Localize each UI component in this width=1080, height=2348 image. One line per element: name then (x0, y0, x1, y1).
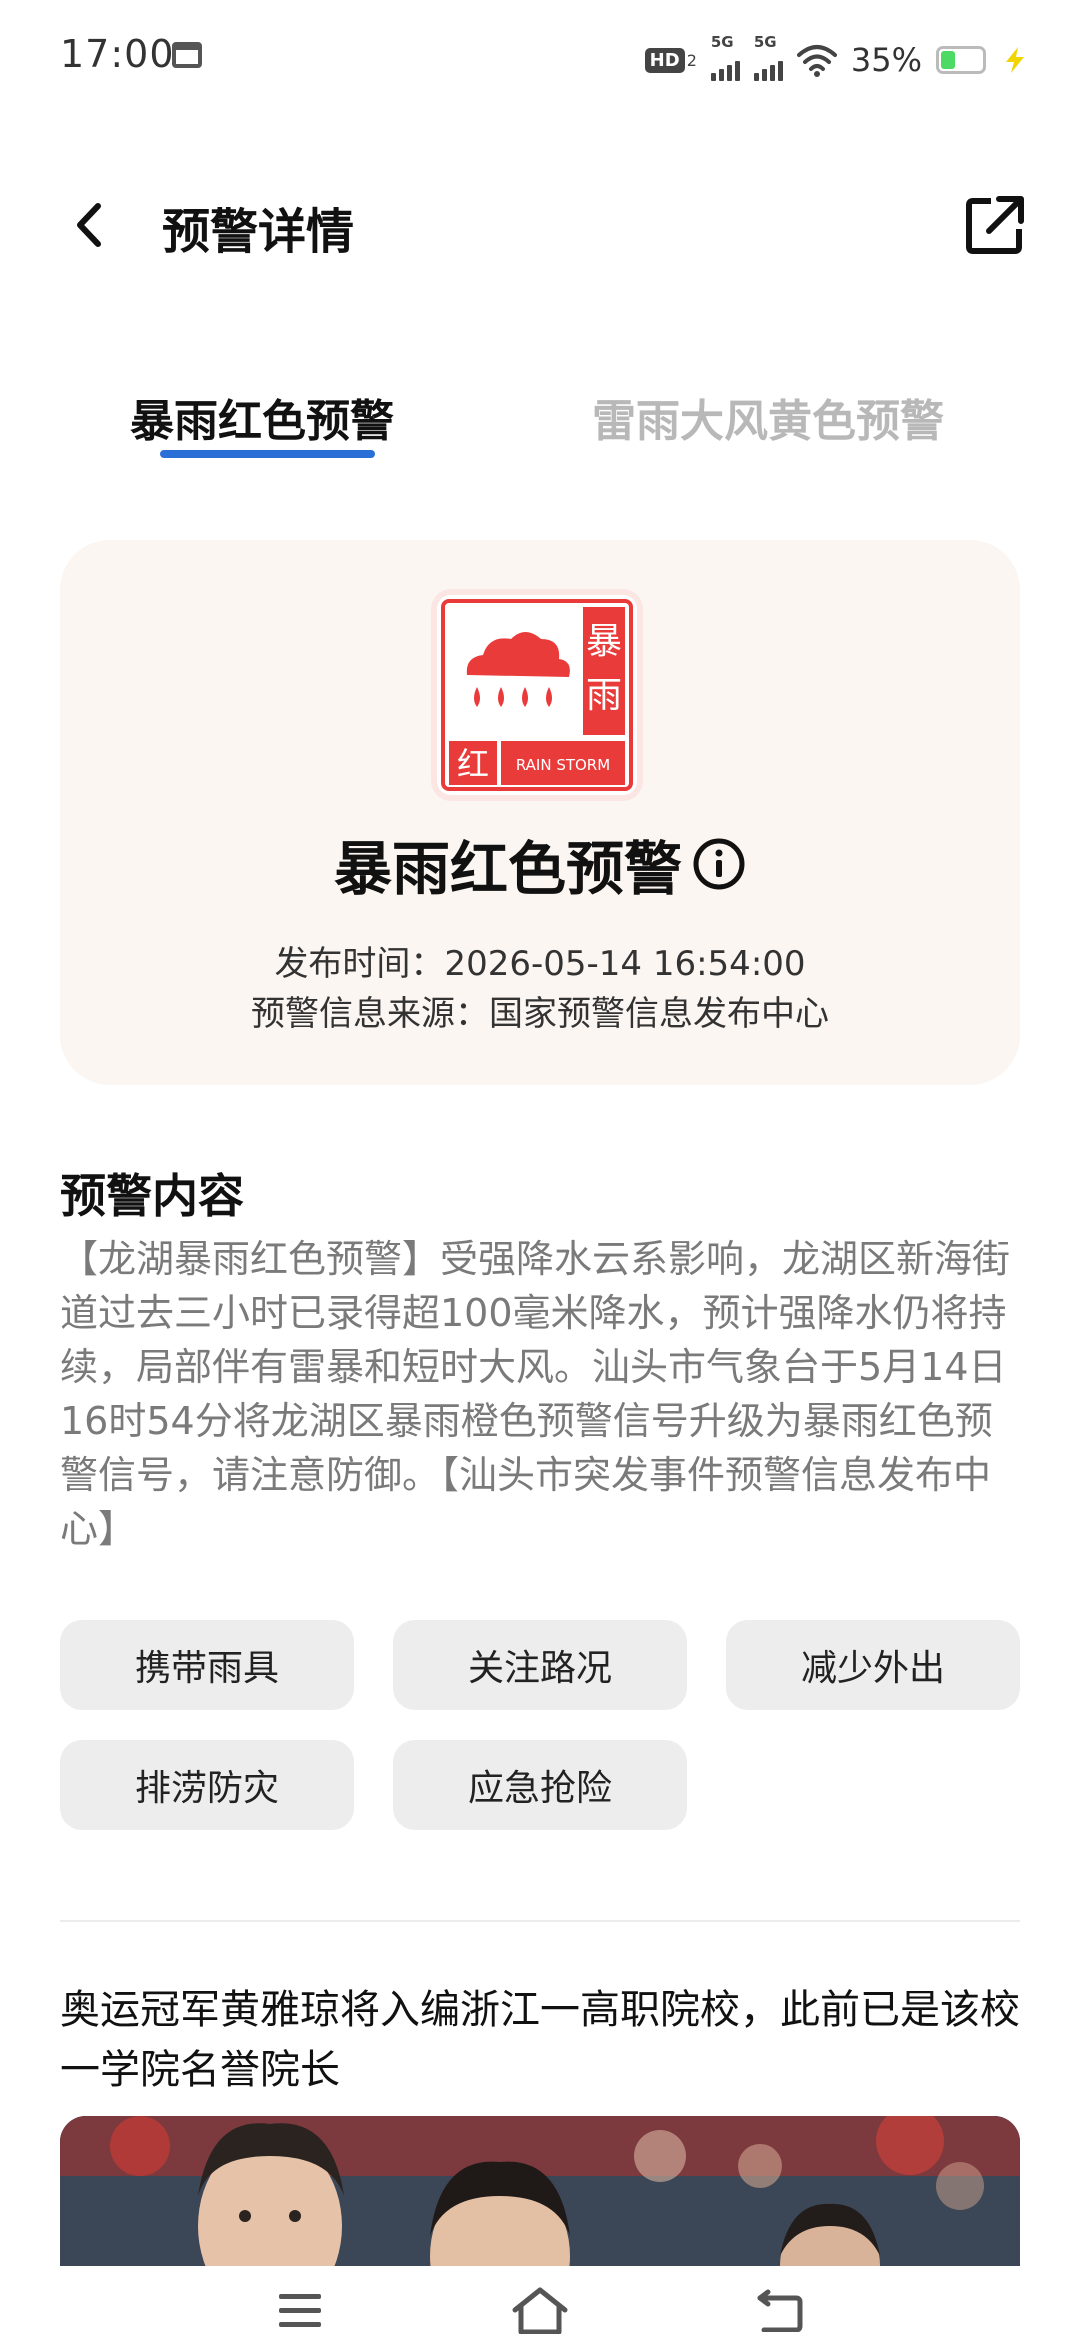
system-nav-bar (0, 2266, 1080, 2348)
status-indicators: HD 2 5G 5G 35% (644, 30, 1030, 90)
icon-level-char: 红 (457, 745, 489, 783)
warning-tabs: 暴雨红色预警 雷雨大风黄色预警 (0, 370, 1080, 470)
chip-carry-rain-gear[interactable]: 携带雨具 (60, 1620, 354, 1710)
hd-voice-sub: 2 (686, 50, 697, 70)
chip-reduce-going-out[interactable]: 减少外出 (726, 1620, 1020, 1710)
warning-title-row: 暴雨红色预警 (60, 822, 1020, 906)
nav-home-button[interactable] (505, 2280, 575, 2340)
warning-content-text: 【龙湖暴雨红色预警】受强降水云系影响，龙湖区新海街道过去三小时已录得超100毫米… (60, 1237, 1011, 1551)
status-time: 17:00 (60, 32, 175, 76)
chip-emergency-rescue[interactable]: 应急抢险 (393, 1740, 687, 1830)
warning-title: 暴雨红色预警 (333, 835, 682, 903)
nav-recents-button[interactable] (265, 2280, 335, 2340)
section-divider (60, 1920, 1020, 1922)
calendar-icon (172, 42, 202, 68)
back-icon (757, 2289, 803, 2332)
battery-icon (936, 46, 986, 74)
publish-time: 发布时间：2026-05-14 16:54:00 (274, 944, 806, 984)
news-photo (60, 2116, 1020, 2266)
news-thumbnail-image[interactable] (60, 2116, 1020, 2266)
sim1-network-label: 5G (710, 33, 734, 51)
status-bar: 17:00 HD 2 5G 5G 35% (0, 0, 1080, 120)
page-title: 预警详情 (162, 204, 355, 260)
wifi-icon (796, 45, 837, 77)
sim2-network-label: 5G (753, 33, 777, 51)
back-button[interactable] (55, 190, 125, 260)
active-tab-indicator (160, 450, 375, 458)
signal-sim1-icon: 5G (710, 33, 740, 81)
tab-rainstorm-red[interactable]: 暴雨红色预警 (130, 385, 394, 449)
share-button[interactable] (960, 190, 1030, 260)
news-headline[interactable]: 奥运冠军黄雅琼将入编浙江一高职院校，此前已是该校一学院名誉院长 (60, 1980, 1025, 2100)
chevron-left-icon (77, 203, 101, 247)
hd-voice-icon: HD (644, 47, 685, 73)
icon-char-yu: 雨 (586, 675, 622, 716)
home-icon (512, 2287, 568, 2334)
battery-fill (941, 51, 955, 69)
chip-watch-road-conditions[interactable]: 关注路况 (393, 1620, 687, 1710)
signal-sim2-icon: 5G (753, 33, 783, 81)
icon-char-bao: 暴 (586, 621, 622, 662)
share-external-icon (966, 196, 1024, 254)
header: 预警详情 (0, 160, 1080, 290)
chip-drainage-disaster-prevention[interactable]: 排涝防灾 (60, 1740, 354, 1830)
rainstorm-red-warning-icon: 暴 雨 红 RAIN STORM (437, 595, 637, 795)
warning-card: 暴 雨 红 RAIN STORM 暴雨红色预警 发布时间：2026-05-14 … (60, 540, 1020, 1085)
charging-icon (1006, 47, 1024, 73)
menu-icon (279, 2294, 321, 2327)
info-icon[interactable] (692, 837, 746, 891)
tab-thunderstorm-yellow[interactable]: 雷雨大风黄色预警 (592, 385, 944, 449)
battery-percent: 35% (850, 41, 922, 79)
warning-source: 预警信息来源：国家预警信息发布中心 (251, 994, 829, 1034)
content-section-title: 预警内容 (60, 1169, 244, 1223)
icon-english-label: RAIN STORM (516, 756, 610, 774)
nav-back-button[interactable] (745, 2280, 815, 2340)
